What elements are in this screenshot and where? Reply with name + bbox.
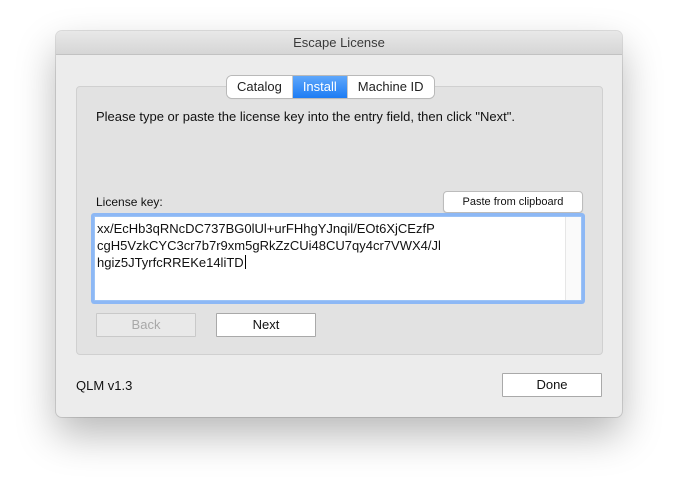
license-key-label: License key: <box>96 195 163 209</box>
tab-catalog[interactable]: Catalog <box>227 76 293 98</box>
tab-machine-id[interactable]: Machine ID <box>347 76 434 98</box>
license-key-line: hgiz5JTyrfcRREKe14liTD <box>97 255 244 270</box>
tab-bar: Catalog Install Machine ID <box>227 76 434 98</box>
back-button[interactable]: Back <box>96 313 196 337</box>
license-key-line: xx/EcHb3qRNcDC737BG0lUl+urFHhgYJnqil/EOt… <box>97 221 435 236</box>
text-caret <box>244 255 246 269</box>
instruction-text: Please type or paste the license key int… <box>96 109 515 124</box>
next-button[interactable]: Next <box>216 313 316 337</box>
install-panel: Please type or paste the license key int… <box>76 86 603 355</box>
tab-install[interactable]: Install <box>292 76 348 98</box>
license-key-text[interactable]: xx/EcHb3qRNcDC737BG0lUl+urFHhgYJnqil/EOt… <box>97 220 563 271</box>
window-title: Escape License <box>56 31 622 55</box>
license-key-scrollbar[interactable] <box>565 217 581 300</box>
version-label: QLM v1.3 <box>76 378 133 393</box>
done-button[interactable]: Done <box>502 373 602 397</box>
license-key-line: cgH5VzkCYC3cr7b7r9xm5gRkZzCUi48CU7qy4cr7… <box>97 238 441 253</box>
paste-from-clipboard-button[interactable]: Paste from clipboard <box>443 191 583 213</box>
license-key-field[interactable]: xx/EcHb3qRNcDC737BG0lUl+urFHhgYJnqil/EOt… <box>94 216 582 301</box>
license-window: Escape License Please type or paste the … <box>56 31 622 417</box>
